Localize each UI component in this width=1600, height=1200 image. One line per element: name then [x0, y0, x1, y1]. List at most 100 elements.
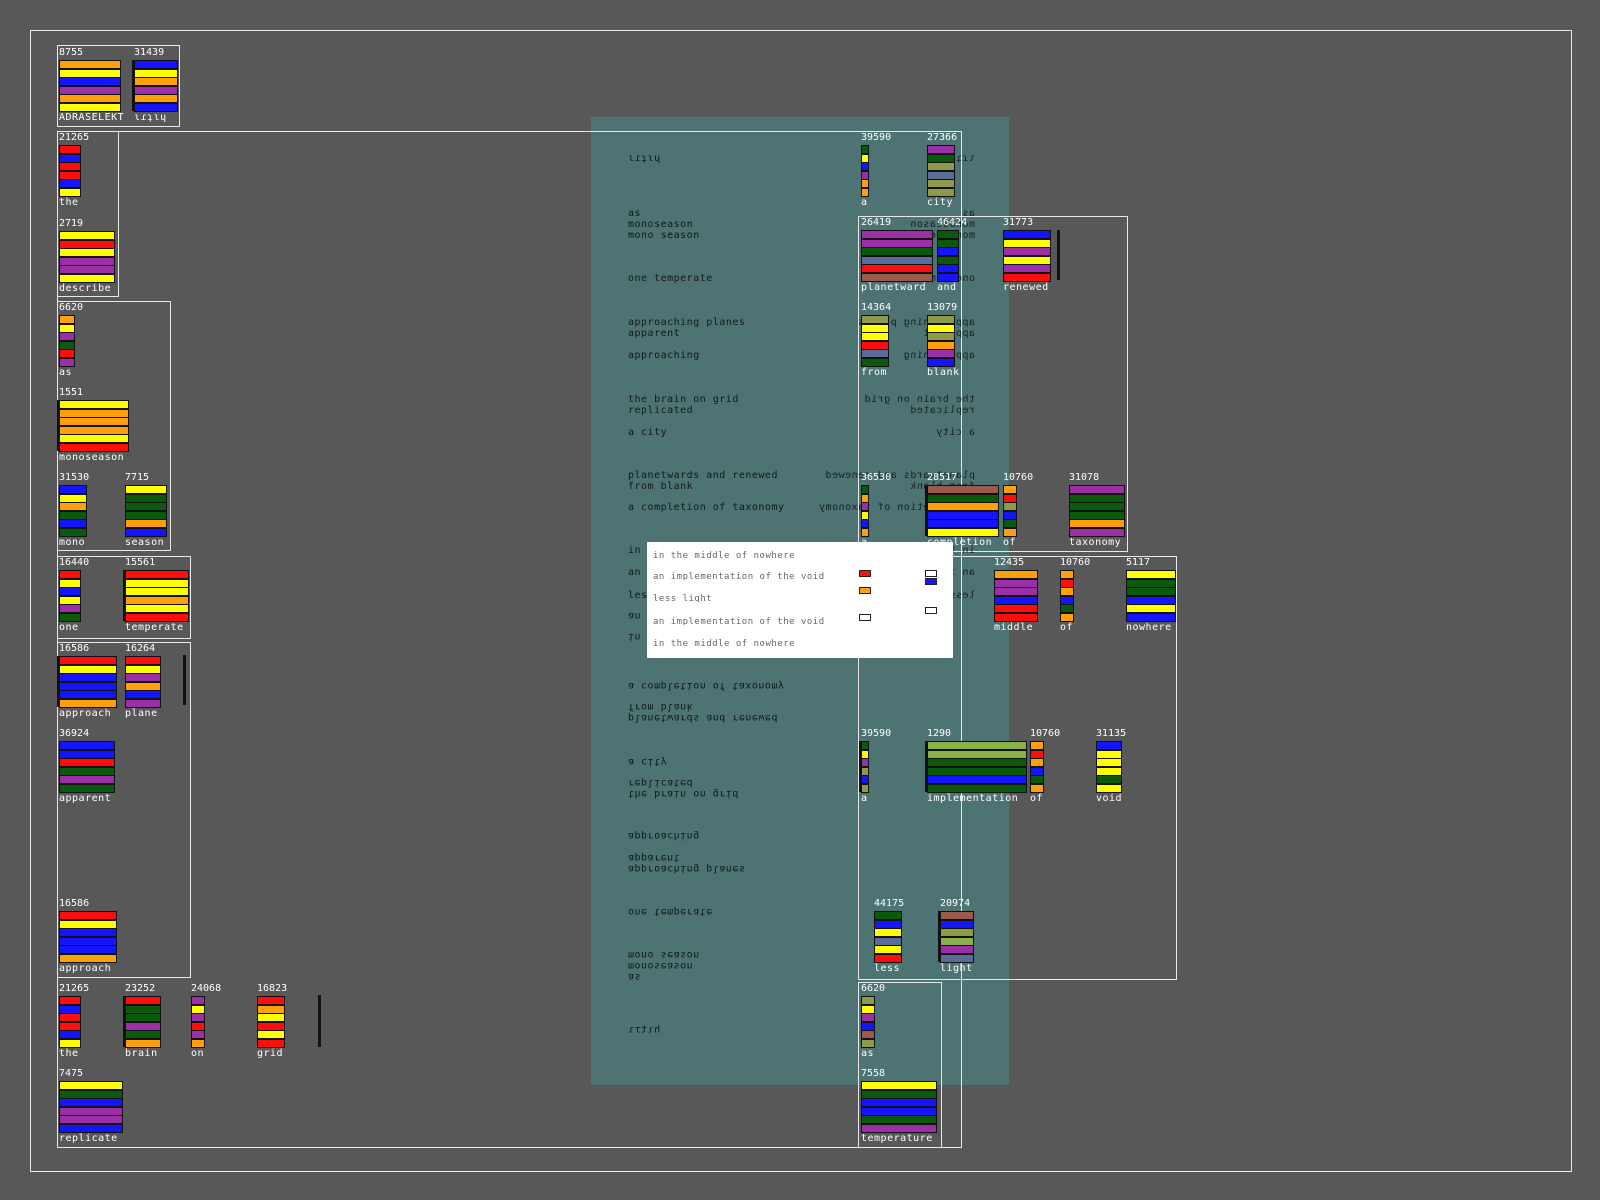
- divider-mark: [318, 995, 321, 1047]
- color-bar: [59, 442, 129, 452]
- color-bar: [927, 527, 999, 537]
- group-label: the: [59, 197, 79, 208]
- overlay-swatch: [925, 607, 937, 614]
- group-count: 44175: [874, 898, 905, 909]
- group-label: on: [191, 1048, 205, 1059]
- poem-line: one temperate: [628, 906, 713, 917]
- group-label: a: [861, 197, 868, 208]
- color-bar: [937, 272, 959, 282]
- group-label: of: [1060, 622, 1074, 633]
- group-marker: [859, 741, 862, 792]
- group-label: less: [874, 963, 901, 974]
- color-bar: [125, 1038, 161, 1048]
- group-label: ADRASELEKT: [59, 112, 125, 123]
- color-bar: [59, 102, 121, 112]
- group-count: 1290: [927, 728, 952, 739]
- color-bar: [59, 698, 117, 708]
- group-count: 16264: [125, 643, 156, 654]
- color-bar: [59, 273, 115, 283]
- group-count: 31135: [1096, 728, 1127, 739]
- color-bar: [59, 1123, 123, 1133]
- group-label: implementation: [927, 793, 1019, 804]
- group-count: 21265: [59, 983, 90, 994]
- poem-line: the brain on grid: [628, 788, 739, 799]
- group-count: 39590: [861, 728, 892, 739]
- group-count: 5117: [1126, 557, 1151, 568]
- overlay-box: in the middle of nowhere an implementati…: [647, 542, 953, 658]
- canvas: ɩɾʇɩɥ as monoseason mono season one temperat…: [0, 0, 1600, 1200]
- group-count: 31078: [1069, 472, 1100, 483]
- overlay-line: an implementation of the void: [653, 572, 825, 580]
- color-bar: [59, 357, 75, 367]
- color-bar: [125, 612, 189, 622]
- group-count: 7558: [861, 1068, 886, 1079]
- poem-line: approaching: [628, 830, 700, 841]
- color-bar: [59, 1038, 81, 1048]
- poem-line: ɩɾʇɩɥ: [628, 1024, 661, 1035]
- group-marker: [57, 656, 60, 707]
- color-bar: [861, 272, 933, 282]
- group-count: 20974: [940, 898, 971, 909]
- poem-line-mirrored: planetwards and renewed: [825, 470, 975, 481]
- color-bar: [1003, 272, 1051, 282]
- group-count: 27366: [927, 132, 958, 143]
- group-count: 10760: [1030, 728, 1061, 739]
- group-label: describe: [59, 283, 112, 294]
- color-bar: [927, 357, 955, 367]
- poem-line-mirrored: replicated: [909, 405, 975, 416]
- color-bar: [861, 1123, 937, 1133]
- group-marker: [57, 400, 60, 451]
- group-count: 16823: [257, 983, 288, 994]
- group-label: of: [1003, 537, 1017, 548]
- color-bar: [861, 1038, 875, 1048]
- poem-line: a city: [628, 756, 668, 767]
- color-bar: [59, 783, 115, 793]
- group-label: approach: [59, 708, 112, 719]
- group-label: and: [937, 282, 957, 293]
- divider-mark: [1057, 230, 1060, 280]
- color-bar: [1060, 612, 1074, 622]
- color-bar: [1126, 612, 1176, 622]
- group-count: 12435: [994, 557, 1025, 568]
- color-bar: [861, 783, 869, 793]
- color-bar: [59, 187, 81, 197]
- color-bar: [59, 953, 117, 963]
- group-count: 7475: [59, 1068, 84, 1079]
- group-count: 10760: [1003, 472, 1034, 483]
- group-label: from: [861, 367, 888, 378]
- group-label: as: [861, 1048, 875, 1059]
- color-bar: [927, 783, 1027, 793]
- group-label: plane: [125, 708, 158, 719]
- color-bar: [874, 953, 902, 963]
- group-label: planetward: [861, 282, 927, 293]
- poem-line: apparent: [628, 852, 681, 863]
- overlay-line: in the middle of nowhere: [653, 639, 796, 647]
- group-label: the: [59, 1048, 79, 1059]
- group-count: 10760: [1060, 557, 1091, 568]
- color-bar: [59, 612, 81, 622]
- group-marker: [132, 60, 135, 111]
- overlay-swatch: [859, 570, 871, 577]
- poem-line: from blank: [628, 701, 694, 712]
- group-label: apparent: [59, 793, 112, 804]
- group-marker: [123, 996, 126, 1047]
- group-label: monoseason: [59, 452, 125, 463]
- group-label: a: [861, 793, 868, 804]
- poem-line-mirrored: a completion of taxonomy: [818, 502, 976, 513]
- poem-line-mirrored: apparent: [620, 328, 975, 339]
- overlay-line: less light: [653, 594, 713, 602]
- group-count: 2719: [59, 218, 84, 229]
- poem-line-mirrored: approaching planes: [857, 317, 975, 328]
- divider-mark: [183, 655, 186, 705]
- group-marker: [938, 911, 941, 962]
- color-bar: [994, 612, 1038, 622]
- group-label: completion: [927, 537, 993, 548]
- group-label: blank: [927, 367, 960, 378]
- color-bar: [1069, 527, 1125, 537]
- color-bar: [125, 698, 161, 708]
- poem-line-mirrored: a city: [935, 427, 975, 438]
- group-label: one: [59, 622, 79, 633]
- group-label: approach: [59, 963, 112, 974]
- group-label: mono: [59, 537, 86, 548]
- group-count: 16586: [59, 898, 90, 909]
